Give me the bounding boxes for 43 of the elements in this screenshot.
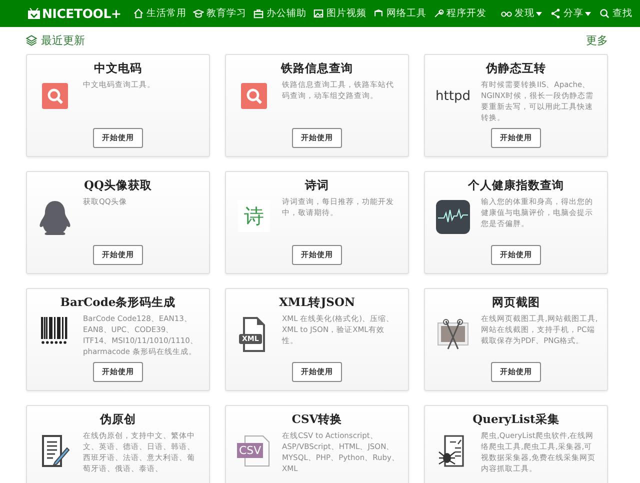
nav-link[interactable]: 查找 xyxy=(599,7,632,20)
layers-icon xyxy=(26,34,37,46)
nav-link[interactable]: 生活常用 xyxy=(133,7,186,20)
section-title: 最近更新 xyxy=(41,32,85,48)
card-title: 伪静态互转 xyxy=(484,61,547,76)
nav-link[interactable]: 发现 xyxy=(501,7,542,20)
graduation-cap-icon xyxy=(193,8,204,19)
card-title: 网页截图 xyxy=(491,295,541,310)
poem-glyph-icon: 诗 xyxy=(238,200,270,232)
document-pen-icon xyxy=(40,434,70,468)
card-title: XML转JSON xyxy=(278,295,356,310)
search-icon xyxy=(599,8,610,19)
httpd-logo: httpd xyxy=(436,88,470,104)
image-icon xyxy=(313,8,324,19)
briefcase-icon xyxy=(253,8,264,19)
card-title: 中文电码 xyxy=(93,61,143,76)
nav-link[interactable]: 分享 xyxy=(550,7,592,20)
logo-text[interactable]: NICETOOL+ xyxy=(42,6,122,21)
nav-link[interactable]: 程序开发 xyxy=(433,7,486,20)
nav-link[interactable]: 图片视频 xyxy=(313,7,366,20)
nav-link[interactable]: 办公辅助 xyxy=(253,7,306,20)
card-title: BarCode条形码生成 xyxy=(59,295,177,310)
card-title: 伪原创 xyxy=(98,412,137,427)
card-title: QQ头像获取 xyxy=(82,178,154,193)
network-icon xyxy=(373,8,384,19)
logo-icon xyxy=(28,8,40,19)
more-link[interactable]: 更多 xyxy=(586,32,608,48)
penguin-silhouette-icon xyxy=(38,200,72,236)
card-title: 个人健康指数查询 xyxy=(467,178,565,193)
home-icon xyxy=(133,8,144,19)
share-icon xyxy=(550,8,562,19)
nav-link[interactable]: 教育学习 xyxy=(193,7,246,20)
search-icon xyxy=(42,83,68,109)
nav-link[interactable]: 网络工具 xyxy=(373,7,426,20)
barcode-icon xyxy=(41,317,69,345)
card-title: QueryList采集 xyxy=(472,412,560,427)
card-title: 铁路信息查询 xyxy=(280,61,354,76)
search-icon xyxy=(241,83,267,109)
wrench-icon xyxy=(433,8,444,19)
heartbeat-icon xyxy=(436,200,470,234)
scissors-picture-icon xyxy=(436,317,470,351)
card-title: 诗词 xyxy=(304,178,330,193)
card-title: CSV转换 xyxy=(290,412,344,427)
